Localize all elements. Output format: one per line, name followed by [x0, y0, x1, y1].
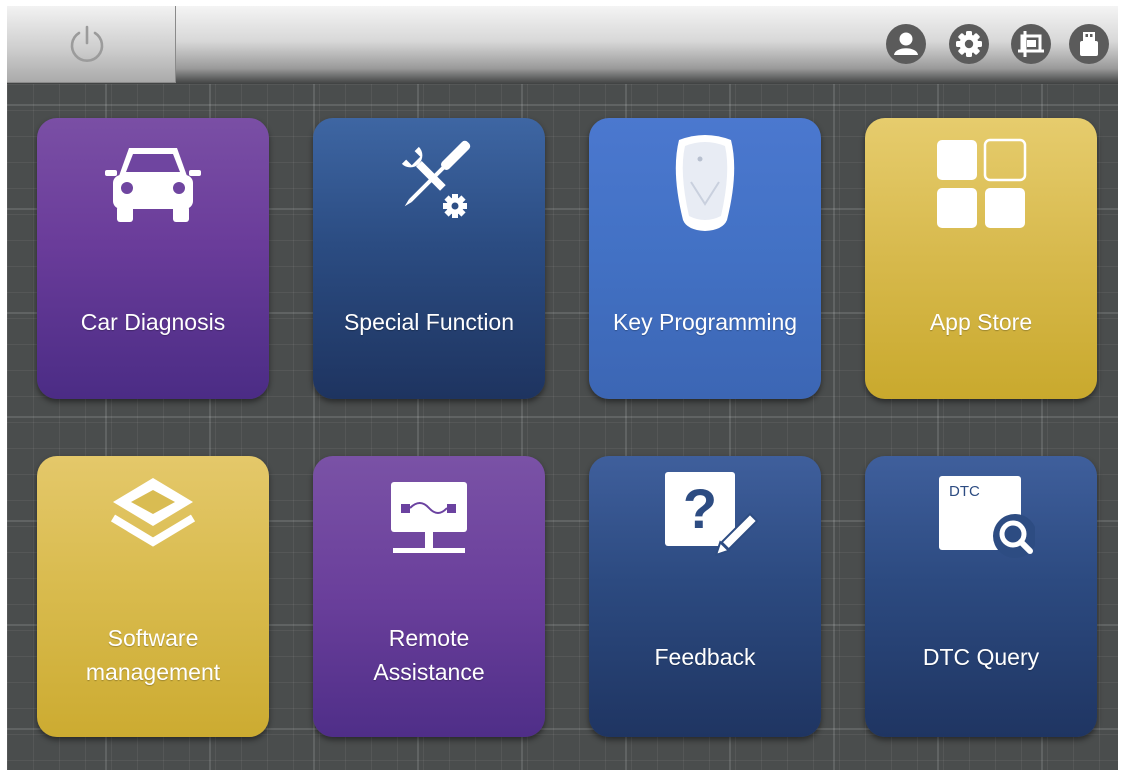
tile-key-programming[interactable]: Key Programming: [589, 118, 821, 399]
settings-button[interactable]: [949, 24, 989, 64]
tile-car-diagnosis[interactable]: Car Diagnosis: [37, 118, 269, 399]
layers-icon: [110, 478, 196, 547]
tile-label: Special Function: [343, 309, 515, 335]
tile-label-line1: Software: [107, 625, 199, 651]
remote-connection-icon: [391, 482, 467, 553]
top-bar: [7, 6, 1118, 84]
tile-label: Car Diagnosis: [80, 309, 226, 335]
usb-button[interactable]: [1069, 24, 1109, 64]
tile-software-management[interactable]: Software management: [37, 456, 269, 737]
tile-dtc-query[interactable]: DTC DTC Query: [865, 456, 1097, 737]
svg-text:?: ?: [683, 477, 717, 540]
wrench-screwdriver-gear-icon: [401, 140, 471, 218]
tile-feedback[interactable]: ? Feedback: [589, 456, 821, 737]
power-icon: [70, 25, 104, 62]
tile-app-store[interactable]: App Store: [865, 118, 1097, 399]
gear-icon: [956, 31, 982, 57]
usb-icon: [1080, 32, 1098, 56]
main-screen: Car Diagnosis Special Function Key Progr…: [7, 6, 1118, 770]
tile-label: DTC Query: [922, 644, 1040, 670]
dtc-icon-text: DTC: [949, 483, 980, 500]
tile-label: Feedback: [654, 644, 756, 670]
car-icon: [105, 148, 201, 222]
question-pencil-icon: ?: [665, 472, 759, 557]
user-button[interactable]: [886, 24, 926, 64]
screenshot-button[interactable]: [1011, 24, 1051, 64]
tile-label-line1: Remote: [388, 625, 470, 651]
crop-icon: [1018, 31, 1044, 57]
tile-label-line2: Assistance: [373, 659, 485, 685]
power-button[interactable]: [7, 6, 176, 83]
user-icon: [894, 32, 918, 55]
tile-label-line2: management: [85, 659, 221, 685]
dtc-search-icon: DTC: [939, 476, 1035, 558]
tile-label: App Store: [929, 309, 1033, 335]
tile-label: Key Programming: [612, 309, 798, 335]
app-grid-icon: [937, 138, 1027, 228]
car-key-fob-icon: [675, 135, 735, 231]
tile-remote-assistance[interactable]: Remote Assistance: [313, 456, 545, 737]
tile-special-function[interactable]: Special Function: [313, 118, 545, 399]
